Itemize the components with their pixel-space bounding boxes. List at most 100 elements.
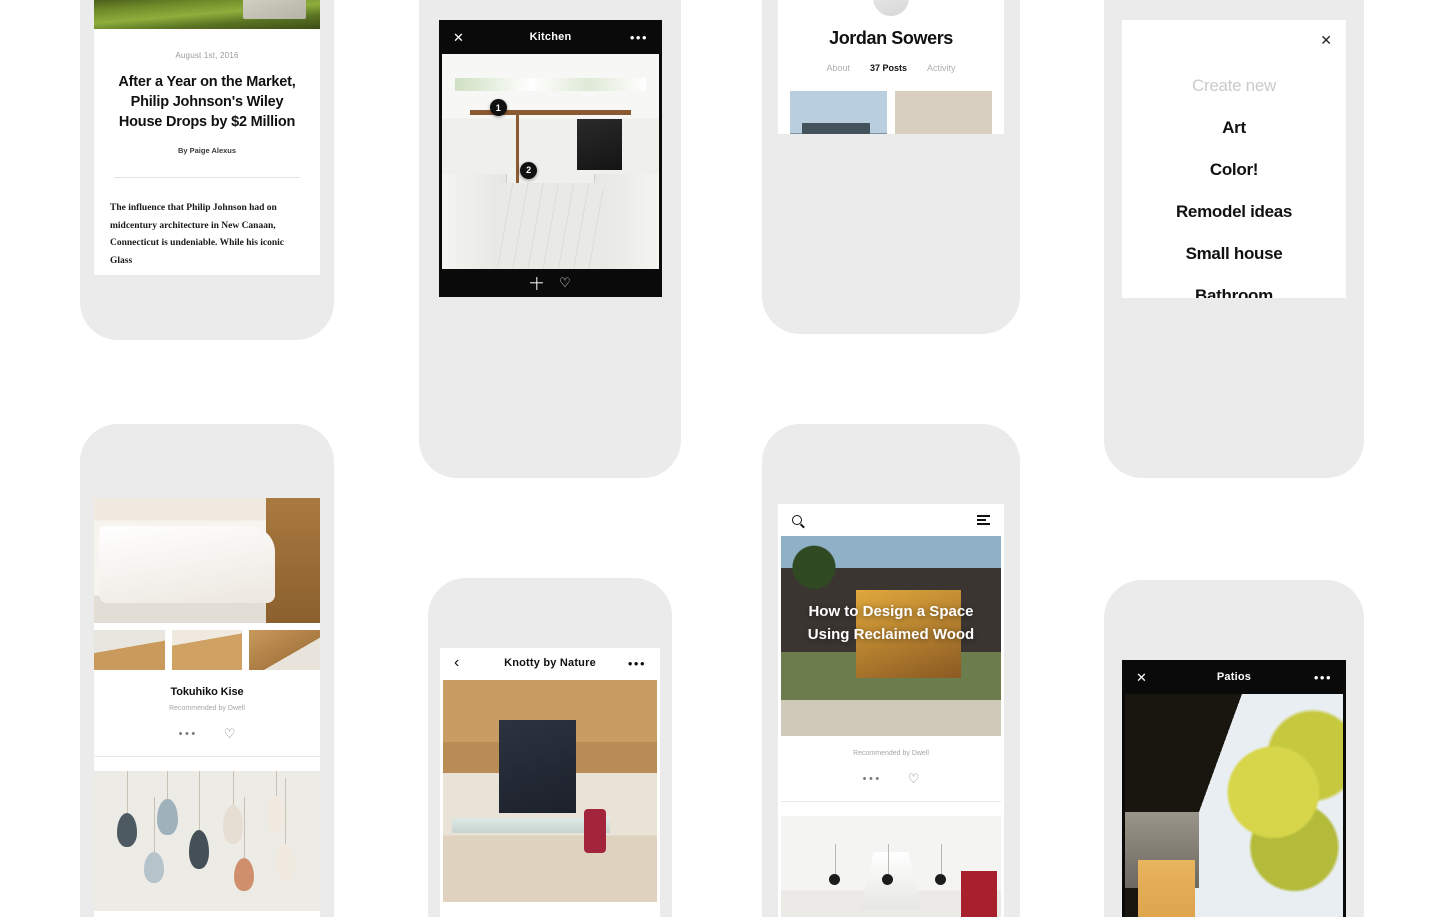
kitchen-floor [498,183,603,269]
red-shelving [961,871,997,917]
product-divider [94,756,320,757]
reclaimed-phone: How to Design a Space Using Reclaimed Wo… [762,424,1020,917]
article-screen-content: August 1st, 2016 After a Year on the Mar… [94,0,320,275]
lamp-1 [157,771,178,836]
hotspot-marker-1[interactable]: 1 [489,99,507,117]
knotty-phone: ‹ Knotty by Nature ••• [428,578,672,917]
create-new-item-bathroom[interactable]: Bathroom [1122,286,1346,298]
profile-screen: Jordan Sowers About 37 Posts Activity [778,0,1004,134]
pendant-0 [829,843,841,885]
dark-cabinet [498,719,576,814]
create-new-heading: Create new [1192,76,1276,95]
product-subtitle: Recommended by Dwell [169,705,245,712]
reclaimed-hero-image[interactable]: How to Design a Space Using Reclaimed Wo… [781,536,1001,736]
grid-item-0[interactable] [790,91,887,134]
lamp-5 [234,798,255,892]
profile-phone: Jordan Sowers About 37 Posts Activity [762,0,1020,334]
close-icon[interactable]: ✕ [453,31,464,44]
hotspot-marker-2[interactable]: 2 [520,161,538,179]
kitchen-oven [576,118,623,171]
kitchen-phone: ✕ Kitchen ••• 1 2 ♡ [419,0,681,478]
product-hero-image[interactable] [94,498,320,623]
kitchen-left-cabinets [442,174,508,269]
hamburger-icon[interactable] [977,515,990,525]
autumn-tree [1220,700,1343,917]
product-next-image[interactable] [94,771,320,911]
patios-screen: ✕ Patios ••• [1122,660,1346,917]
pendant-2 [935,843,946,885]
close-icon[interactable]: ✕ [1136,671,1147,684]
article-byline: By Paige Alexus [177,146,237,155]
reclaimed-screen: How to Design a Space Using Reclaimed Wo… [778,504,1004,917]
profile-photo-grid [778,91,1004,134]
article-hero-image-strip [94,0,320,29]
lit-doorway [1138,860,1195,917]
reclaimed-hero-title: How to Design a Space Using Reclaimed Wo… [807,603,975,644]
red-chair [584,808,606,854]
product-thumbnail-row [94,630,320,670]
reclaimed-toolbar [778,504,1004,536]
more-icon[interactable]: ••• [863,773,882,785]
pendant-1 [882,843,894,885]
more-icon[interactable]: ••• [179,728,198,740]
create-new-item-small-house[interactable]: Small house [1122,244,1346,264]
thumbnail-1[interactable] [171,630,243,670]
kitchen-photo[interactable]: 1 2 [442,54,659,269]
patios-navbar: ✕ Patios ••• [1122,660,1346,694]
article-date: August 1st, 2016 [175,51,239,60]
create-new-item-art[interactable]: Art [1122,118,1346,138]
thumbnail-2[interactable] [249,630,320,670]
patios-phone: ✕ Patios ••• [1104,580,1364,917]
palm-tree [785,540,843,608]
tab-activity[interactable]: Activity [927,63,956,73]
knotty-navbar: ‹ Knotty by Nature ••• [440,648,660,678]
lamp-3 [188,771,210,869]
profile-name: Jordan Sowers [829,28,953,48]
avatar[interactable] [871,0,911,18]
patios-photo[interactable] [1125,694,1343,917]
add-icon[interactable] [530,277,543,290]
lamp-7 [274,777,296,881]
reclaimed-next-image[interactable] [781,816,1001,917]
kitchen-window [455,77,646,91]
reclaimed-subtitle: Recommended by Dwell [853,750,929,757]
lamp-4 [222,771,244,844]
lamp-2 [143,797,165,883]
product-screen: Tokuhiko Kise Recommended by Dwell ••• ♡ [94,498,320,917]
reclaimed-actions: ••• ♡ [778,771,1004,787]
kitchen-navbar: ✕ Kitchen ••• [439,20,662,54]
article-divider [114,177,300,178]
reclaimed-divider [781,801,1001,802]
article-title: After a Year on the Market, Philip Johns… [118,74,296,130]
create-new-item-color[interactable]: Color! [1122,160,1346,180]
lamp-0 [116,771,137,847]
close-icon[interactable]: ✕ [1320,32,1332,49]
tab-about[interactable]: About [826,63,850,73]
profile-tabs: About 37 Posts Activity [778,63,1004,73]
more-icon[interactable]: ••• [630,31,648,44]
grid-item-1[interactable] [895,91,992,134]
kitchen-bottom-bar: ♡ [439,269,662,297]
tab-posts[interactable]: 37 Posts [870,63,907,73]
like-icon[interactable]: ♡ [224,726,236,742]
article-body: The influence that Philip Johnson had on… [110,203,285,266]
screenshot-canvas: August 1st, 2016 After a Year on the Mar… [0,0,1440,917]
product-actions: ••• ♡ [94,726,320,742]
like-icon[interactable]: ♡ [559,275,571,291]
lamp-6 [265,771,287,833]
product-title: Tokuhiko Kise [170,686,244,698]
create-new-item-remodel-ideas[interactable]: Remodel ideas [1122,202,1346,222]
kitchen-screen: ✕ Kitchen ••• 1 2 ♡ [439,20,662,297]
more-icon[interactable]: ••• [1314,671,1332,684]
like-icon[interactable]: ♡ [908,771,920,787]
back-icon[interactable]: ‹ [454,655,459,671]
search-icon[interactable] [792,515,802,525]
thumbnail-0[interactable] [94,630,165,670]
patios-title: Patios [1216,671,1252,683]
product-phone: Tokuhiko Kise Recommended by Dwell ••• ♡ [80,424,334,917]
create-new-screen: ✕ Create new Art Color! Remodel ideas Sm… [1122,20,1346,298]
more-icon[interactable]: ••• [628,657,646,670]
create-new-phone: ✕ Create new Art Color! Remodel ideas Sm… [1104,0,1364,478]
knotty-photo[interactable] [443,680,657,902]
kitchen-right-cabinets [593,174,659,269]
